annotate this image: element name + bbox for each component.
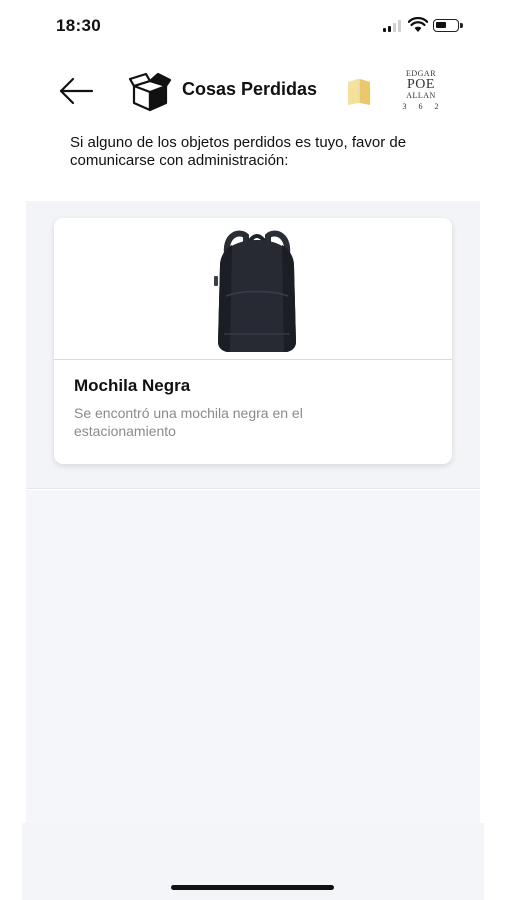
signal-icon xyxy=(383,20,403,32)
status-time: 18:30 xyxy=(56,16,101,35)
battery-icon xyxy=(433,19,463,32)
app-header: Cosas Perdidas EDGAR POE ALLAN 3 6 2 xyxy=(0,60,507,124)
item-title: Mochila Negra xyxy=(74,376,191,395)
wifi-icon xyxy=(408,17,428,32)
lost-item-card[interactable]: Mochila Negra Se encontró una mochila ne… xyxy=(54,218,452,464)
book-icon xyxy=(348,79,370,105)
item-description: Se encontró una mochila negra en el esta… xyxy=(74,405,303,439)
logo-line-4: 3 6 2 xyxy=(402,102,444,111)
school-logo: EDGAR POE ALLAN 3 6 2 xyxy=(398,70,444,114)
back-arrow-icon[interactable] xyxy=(56,76,96,106)
intro-text: Si alguno de los objetos perdidos es tuy… xyxy=(70,134,407,169)
box-icon xyxy=(128,72,172,112)
status-bar: 18:30 xyxy=(0,0,507,50)
logo-line-3: ALLAN xyxy=(406,91,436,100)
backpack-image xyxy=(214,230,296,352)
item-image xyxy=(54,218,452,360)
page-title: Cosas Perdidas xyxy=(182,79,318,99)
home-indicator[interactable] xyxy=(171,885,334,890)
logo-line-2: POE xyxy=(407,77,435,92)
list-empty-area xyxy=(26,490,480,823)
